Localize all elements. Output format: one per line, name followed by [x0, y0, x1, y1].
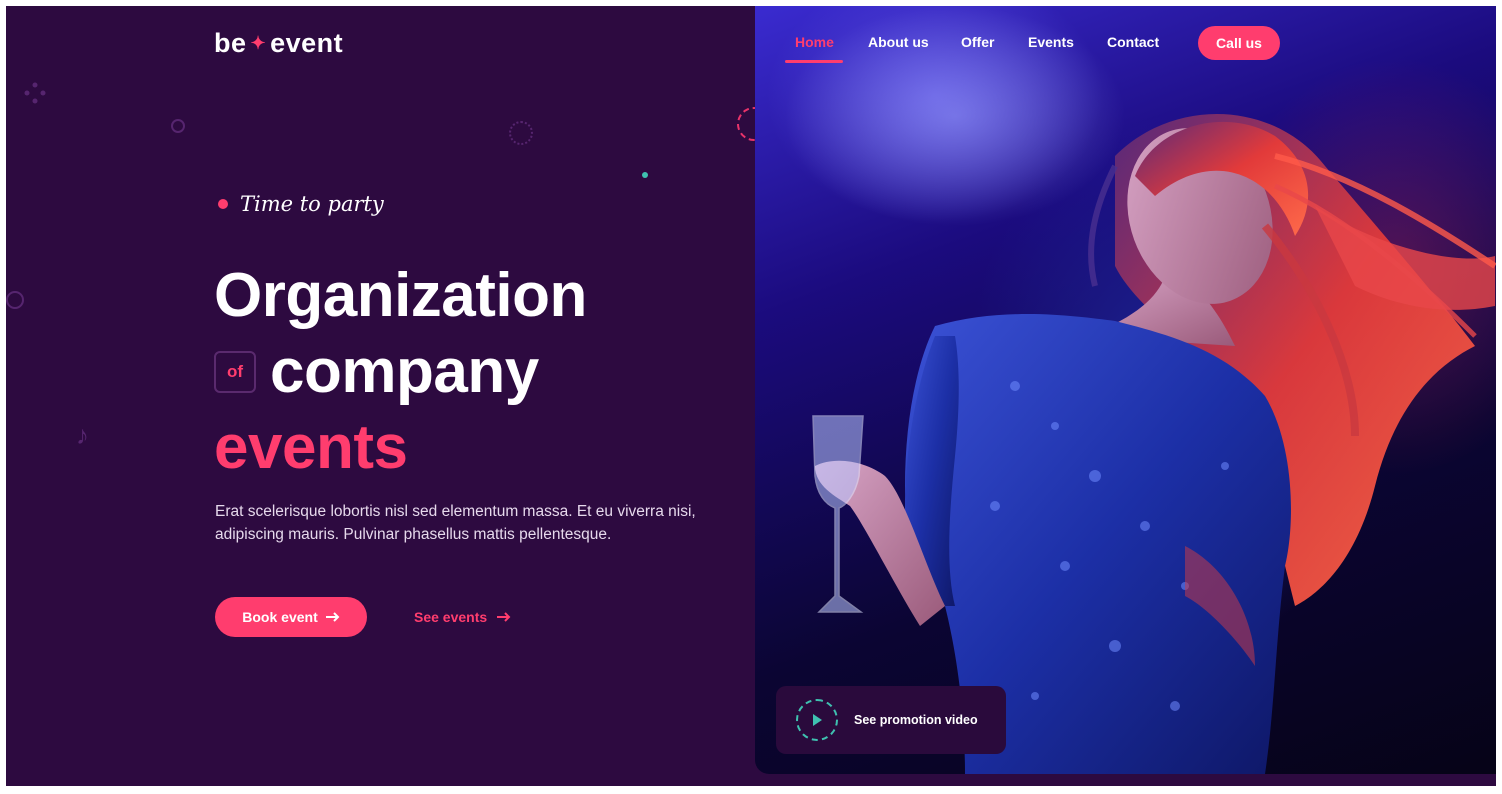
hero-photo [785, 6, 1496, 774]
hero-image-panel: Home About us Offer Events Contact Call … [755, 6, 1496, 774]
hero-headline: Organization of company events [214, 258, 587, 486]
see-events-label: See events [414, 609, 488, 625]
logo-text-right: event [270, 27, 344, 58]
headline-line-3: events [214, 413, 408, 482]
sparkle-icon: ✦ [250, 32, 267, 53]
nav-active-indicator [785, 60, 843, 63]
arrow-right-icon [497, 609, 511, 625]
promotion-video-label: See promotion video [854, 713, 978, 727]
logo-text-left: be [214, 27, 247, 58]
headline-line-2: of company [214, 334, 587, 410]
tagline-bullet [218, 199, 228, 209]
nav-item-home[interactable]: Home [795, 34, 834, 50]
decor-dash-ring-icon [509, 121, 533, 145]
tagline: Time to party [218, 192, 384, 216]
decor-ring-icon [6, 291, 24, 309]
decor-note-icon: ♪ [76, 420, 89, 450]
tagline-text: Time to party [240, 192, 384, 216]
decor-ring-icon [171, 119, 185, 133]
play-icon[interactable] [796, 699, 838, 741]
headline-company: company [270, 337, 539, 406]
decor-dot-icon [642, 172, 648, 178]
arrow-right-icon [325, 609, 340, 625]
book-event-label: Book event [242, 609, 318, 625]
book-event-button[interactable]: Book event [215, 597, 367, 637]
see-events-link[interactable]: See events [414, 597, 511, 637]
nav-item-offer[interactable]: Offer [961, 34, 994, 50]
hero-description: Erat scelerisque lobortis nisl sed eleme… [215, 503, 696, 543]
promotion-video-card[interactable]: See promotion video [776, 686, 1006, 754]
nav-item-events[interactable]: Events [1028, 34, 1074, 50]
of-badge: of [214, 351, 256, 393]
top-navigation: Home About us Offer Events Contact Call … [755, 6, 1496, 76]
landing-page: ♪ be ✦ event Time to party Organization … [6, 6, 1496, 786]
logo[interactable]: be ✦ event [214, 26, 343, 60]
decor-cross-icon [24, 82, 46, 104]
nav-item-about-us[interactable]: About us [868, 34, 929, 50]
headline-line-1: Organization [214, 261, 587, 330]
call-us-button[interactable]: Call us [1198, 26, 1280, 60]
nav-item-contact[interactable]: Contact [1107, 34, 1159, 50]
